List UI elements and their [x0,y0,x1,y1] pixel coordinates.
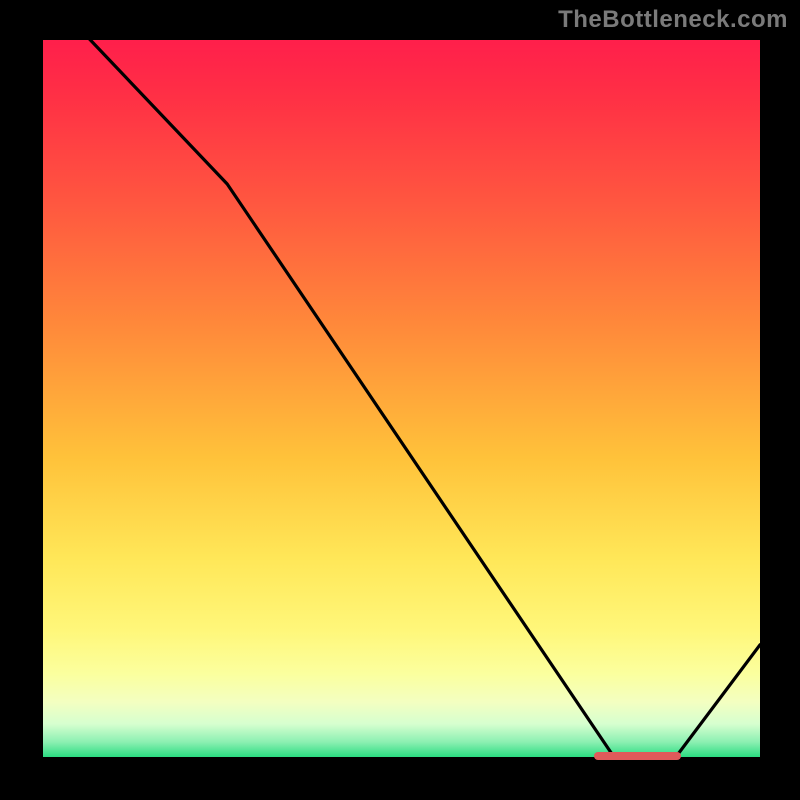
plot-area [40,40,760,760]
chart-root: TheBottleneck.com [0,0,800,800]
attribution-text: TheBottleneck.com [558,6,788,34]
optimal-range-marker [594,752,680,760]
data-line-svg [40,40,760,760]
bottleneck-curve [40,40,760,760]
